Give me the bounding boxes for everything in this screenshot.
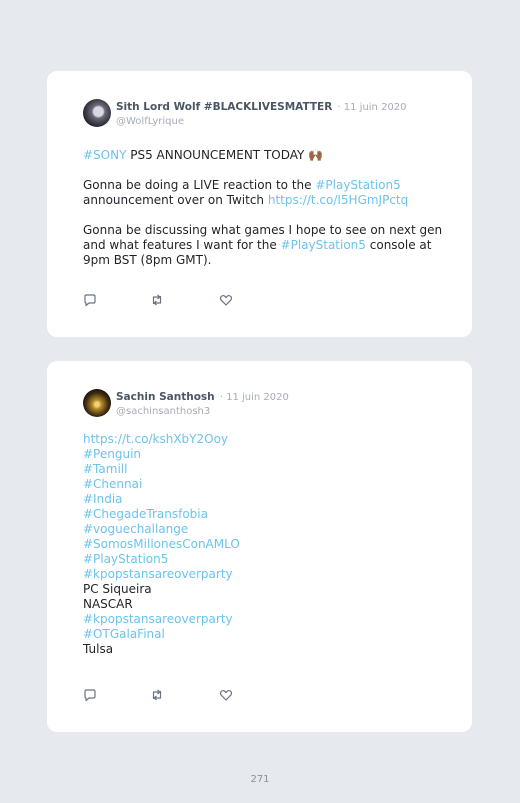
user-handle[interactable]: @WolfLyrique	[116, 115, 407, 128]
hashtag-link[interactable]: #SONY	[83, 148, 126, 162]
text-span: Tulsa	[83, 642, 114, 656]
display-name[interactable]: Sachin Santhosh	[116, 391, 215, 403]
text-line: #OTGalaFinal	[83, 627, 436, 642]
text-line: #kpopstansareoverparty	[83, 567, 436, 582]
hashtag-link[interactable]: #kpopstansareoverparty	[83, 612, 233, 626]
text-line: #Chennai	[83, 477, 436, 492]
author-info: Sith Lord Wolf #BLACKLIVESMATTER · 11 ju…	[116, 98, 407, 128]
text-line: #voguechallange	[83, 522, 436, 537]
text-line: #Tamill	[83, 462, 436, 477]
text-line: Tulsa	[83, 642, 436, 657]
display-name[interactable]: Sith Lord Wolf #BLACKLIVESMATTER	[116, 101, 332, 113]
tweet-date[interactable]: · 11 juin 2020	[337, 102, 406, 113]
retweet-icon[interactable]	[150, 688, 164, 702]
text-span: and what features I want for the	[83, 238, 281, 252]
text-line: Gonna be discussing what games I hope to…	[83, 223, 442, 238]
text-span: PC Siqueira	[83, 582, 152, 596]
tweet-card: Sith Lord Wolf #BLACKLIVESMATTER · 11 ju…	[47, 71, 472, 337]
text-line: #Penguin	[83, 447, 436, 462]
text-span: console at	[365, 238, 432, 252]
hashtag-link[interactable]: #India	[83, 492, 123, 506]
text-line: https://t.co/kshXbY2Ooy	[83, 432, 436, 447]
avatar[interactable]	[83, 99, 111, 127]
line-break	[83, 163, 436, 178]
avatar[interactable]	[83, 389, 111, 417]
text-span: PS5 ANNOUNCEMENT TODAY 🙌🏾	[126, 148, 324, 162]
author-info: Sachin Santhosh · 11 juin 2020 @sachinsa…	[116, 388, 289, 418]
page-number: 271	[250, 774, 270, 785]
text-line: 9pm BST (8pm GMT).	[83, 253, 436, 268]
tweet-header: Sith Lord Wolf #BLACKLIVESMATTER · 11 ju…	[83, 98, 436, 138]
text-span: announcement over on Twitch	[83, 193, 268, 207]
reply-icon[interactable]	[83, 688, 97, 702]
hashtag-link[interactable]: #PlayStation5	[315, 178, 400, 192]
line-break	[83, 208, 436, 223]
hashtag-link[interactable]: #ChegadeTransfobia	[83, 507, 208, 521]
tweet-card: Sachin Santhosh · 11 juin 2020 @sachinsa…	[47, 361, 472, 732]
text-line: #SomosMillonesConAMLO	[83, 537, 436, 552]
reply-icon[interactable]	[83, 293, 97, 307]
url-link[interactable]: https://t.co/kshXbY2Ooy	[83, 432, 228, 446]
text-line: announcement over on Twitch https://t.co…	[83, 193, 436, 208]
tweet-text: https://t.co/kshXbY2Ooy #Penguin #Tamill #C…	[83, 432, 436, 657]
text-line: #India	[83, 492, 436, 507]
hashtag-link[interactable]: #PlayStation5	[83, 552, 168, 566]
text-line: NASCAR	[83, 597, 436, 612]
hashtag-link[interactable]: #Penguin	[83, 447, 141, 461]
text-line: #PlayStation5	[83, 552, 436, 567]
user-handle[interactable]: @sachinsanthosh3	[116, 405, 289, 418]
text-span: Gonna be doing a LIVE reaction to the	[83, 178, 316, 192]
hashtag-link[interactable]: #kpopstansareoverparty	[83, 567, 233, 581]
text-span: NASCAR	[83, 597, 133, 611]
hashtag-link[interactable]: #OTGalaFinal	[83, 627, 165, 641]
text-line: and what features I want for the #PlaySt…	[83, 238, 436, 253]
text-span: Gonna be discussing what games I hope to…	[83, 223, 443, 237]
heart-icon[interactable]	[219, 293, 233, 307]
hashtag-link[interactable]: #Chennai	[83, 477, 142, 491]
hashtag-link[interactable]: #Tamill	[83, 462, 127, 476]
retweet-icon[interactable]	[150, 293, 164, 307]
hashtag-link[interactable]: #PlayStation5	[281, 238, 366, 252]
text-line: #SONY PS5 ANNOUNCEMENT TODAY 🙌🏾	[83, 148, 436, 163]
hashtag-link[interactable]: #SomosMillonesConAMLO	[83, 537, 240, 551]
text-line: #kpopstansareoverparty	[83, 612, 436, 627]
text-line: #ChegadeTransfobia	[83, 507, 436, 522]
url-link[interactable]: https://t.co/I5HGmJPctq	[268, 193, 408, 207]
tweet-date[interactable]: · 11 juin 2020	[220, 392, 289, 403]
hashtag-link[interactable]: #voguechallange	[83, 522, 188, 536]
text-span: 9pm BST (8pm GMT).	[83, 253, 212, 267]
tweet-header: Sachin Santhosh · 11 juin 2020 @sachinsa…	[83, 388, 436, 428]
text-line: Gonna be doing a LIVE reaction to the #P…	[83, 178, 436, 193]
tweet-text: #SONY PS5 ANNOUNCEMENT TODAY 🙌🏾 Gonna be …	[83, 148, 442, 268]
heart-icon[interactable]	[219, 688, 233, 702]
text-line: PC Siqueira	[83, 582, 436, 597]
